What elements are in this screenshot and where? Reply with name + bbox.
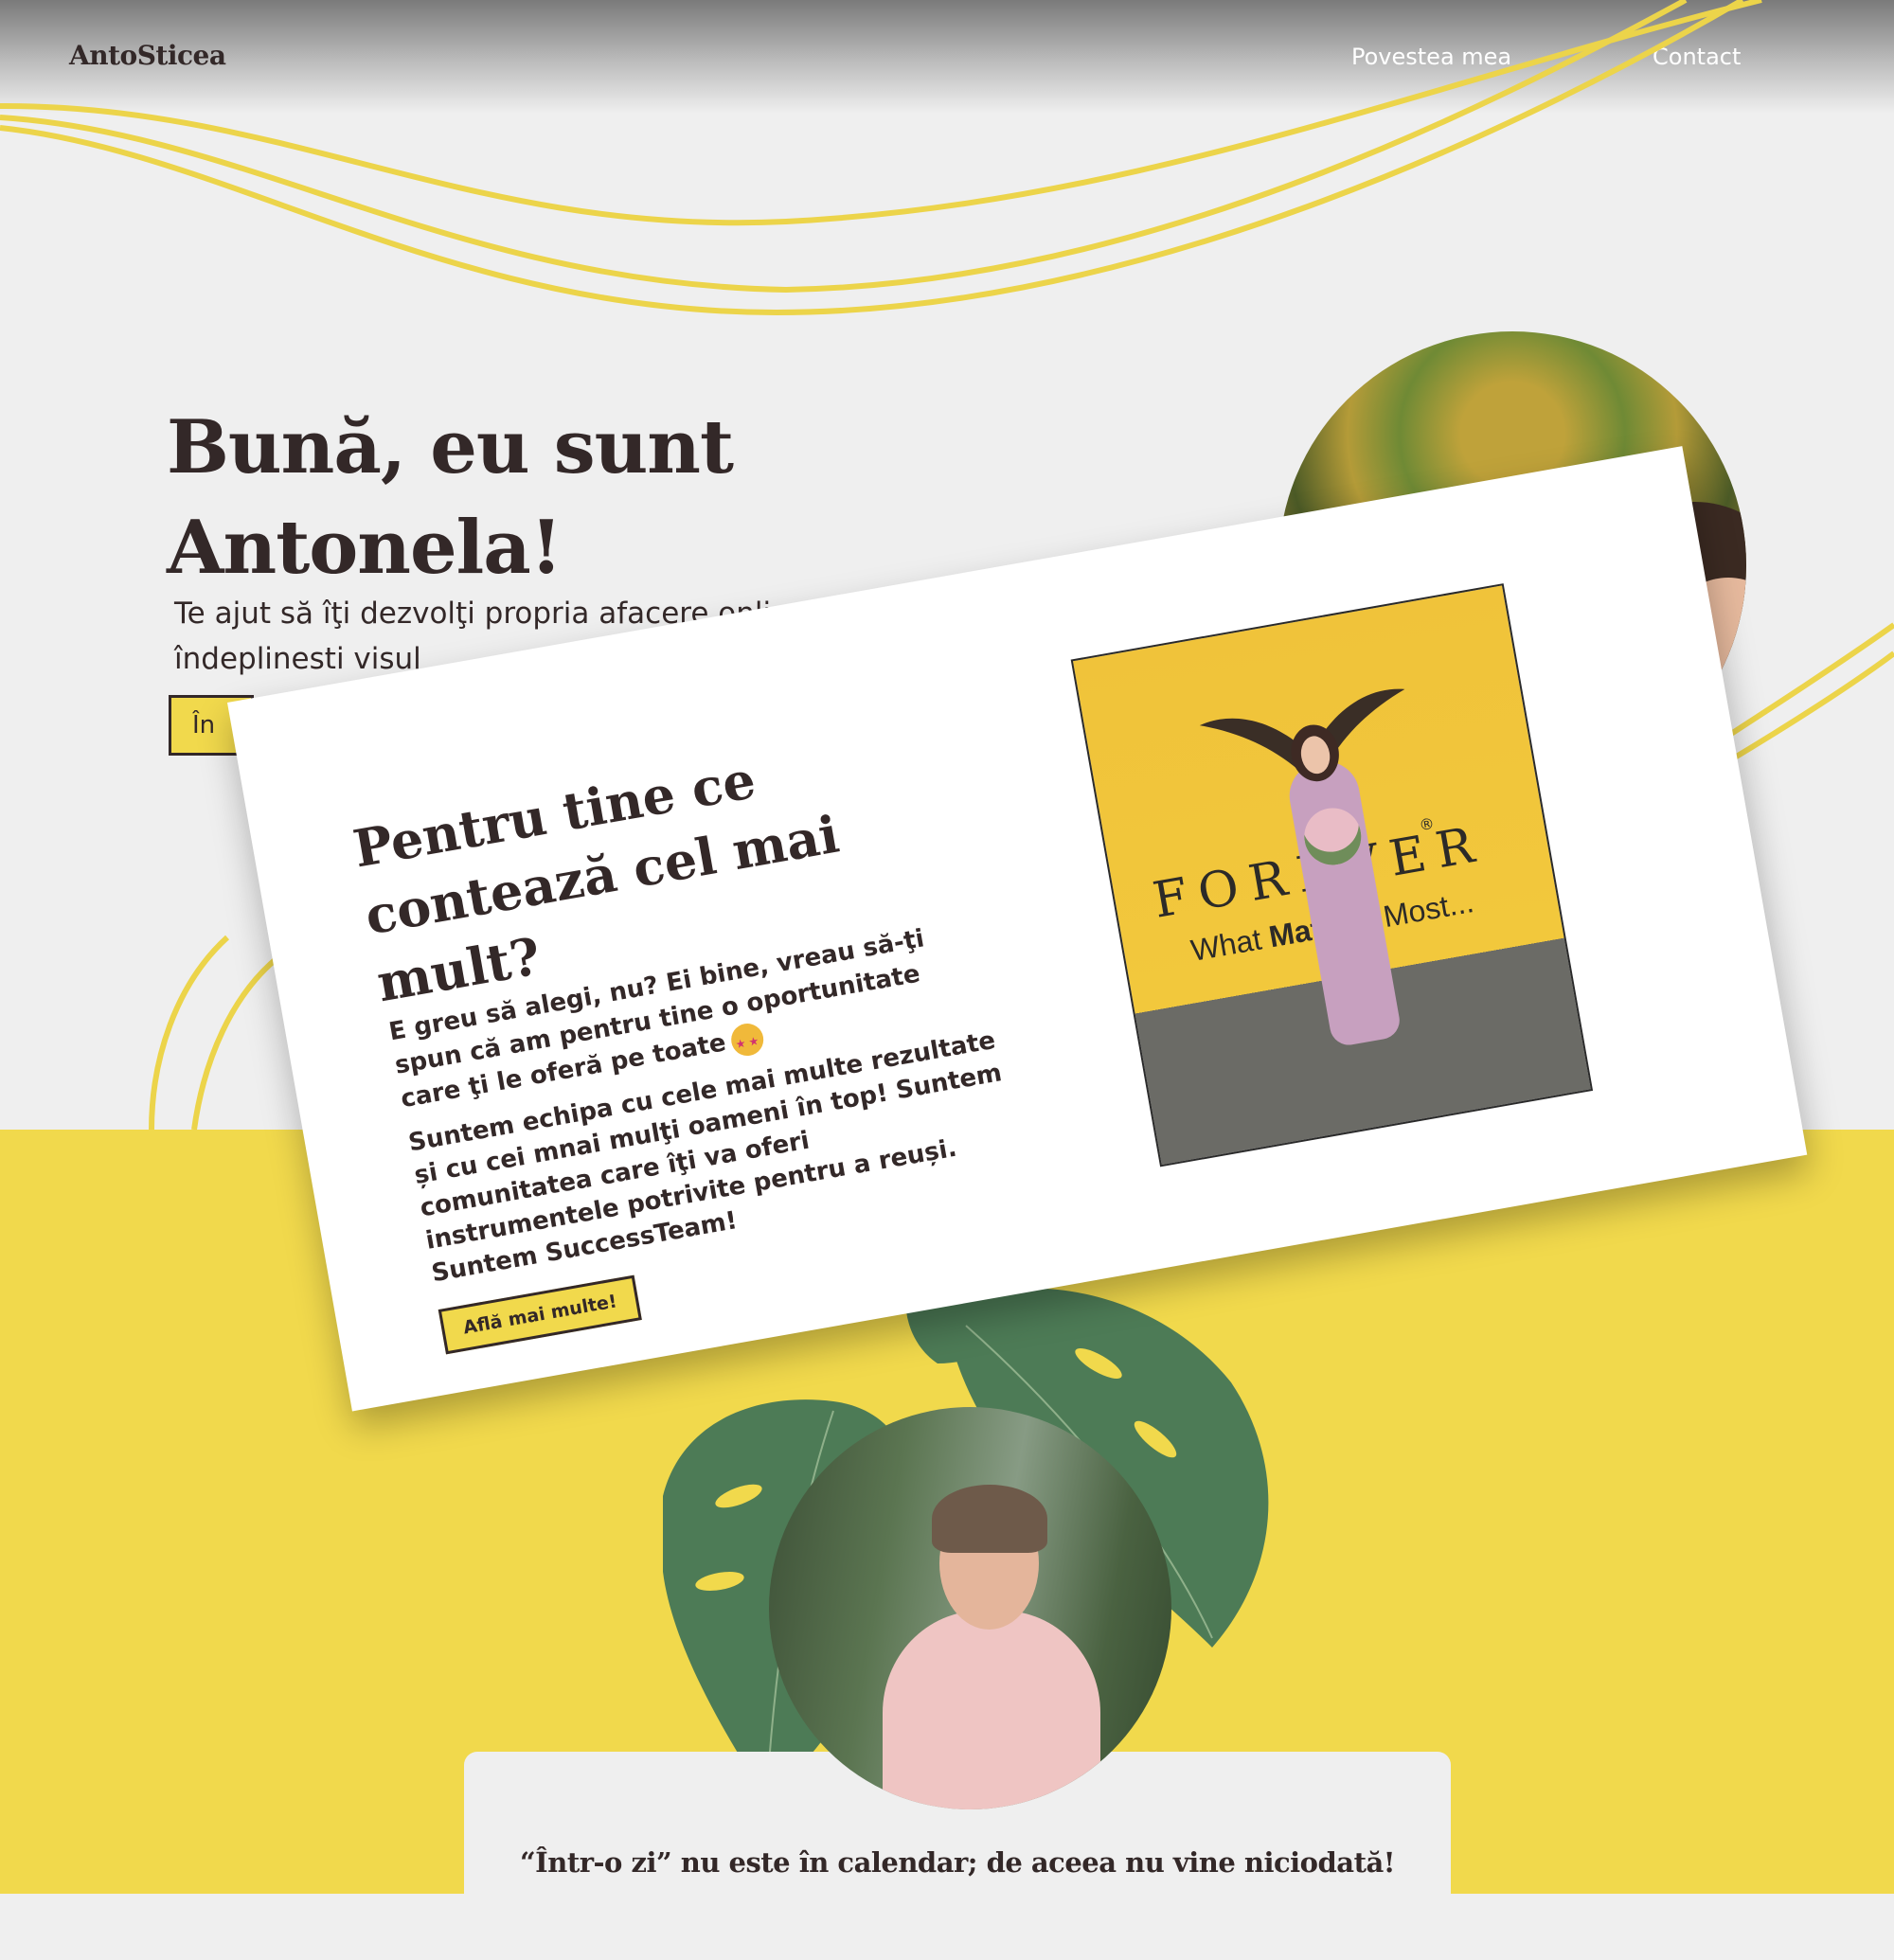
learn-more-button[interactable]: Află mai multe! xyxy=(438,1274,642,1355)
hero-title: Bună, eu sunt Antonela! xyxy=(167,404,734,591)
tagline-post: Most... xyxy=(1372,883,1476,935)
photo-hoodie xyxy=(883,1611,1100,1809)
star-struck-emoji-icon xyxy=(728,1020,766,1059)
nav-link-story[interactable]: Povestea mea xyxy=(1351,44,1511,70)
photo-hair xyxy=(932,1485,1047,1553)
nav-link-contact[interactable]: Contact xyxy=(1653,44,1741,70)
site-logo[interactable]: AntoSticea xyxy=(69,40,226,71)
tagline-pre: What xyxy=(1188,919,1273,968)
registered-mark: ® xyxy=(1418,813,1437,835)
forever-event-photo: FOREVER ® What Matters Most... xyxy=(1070,583,1594,1167)
site-header: AntoSticea Povestea mea Contact xyxy=(0,0,1894,114)
quote-text: “Într-o zi” nu este în calendar; de acee… xyxy=(520,1846,1396,1879)
